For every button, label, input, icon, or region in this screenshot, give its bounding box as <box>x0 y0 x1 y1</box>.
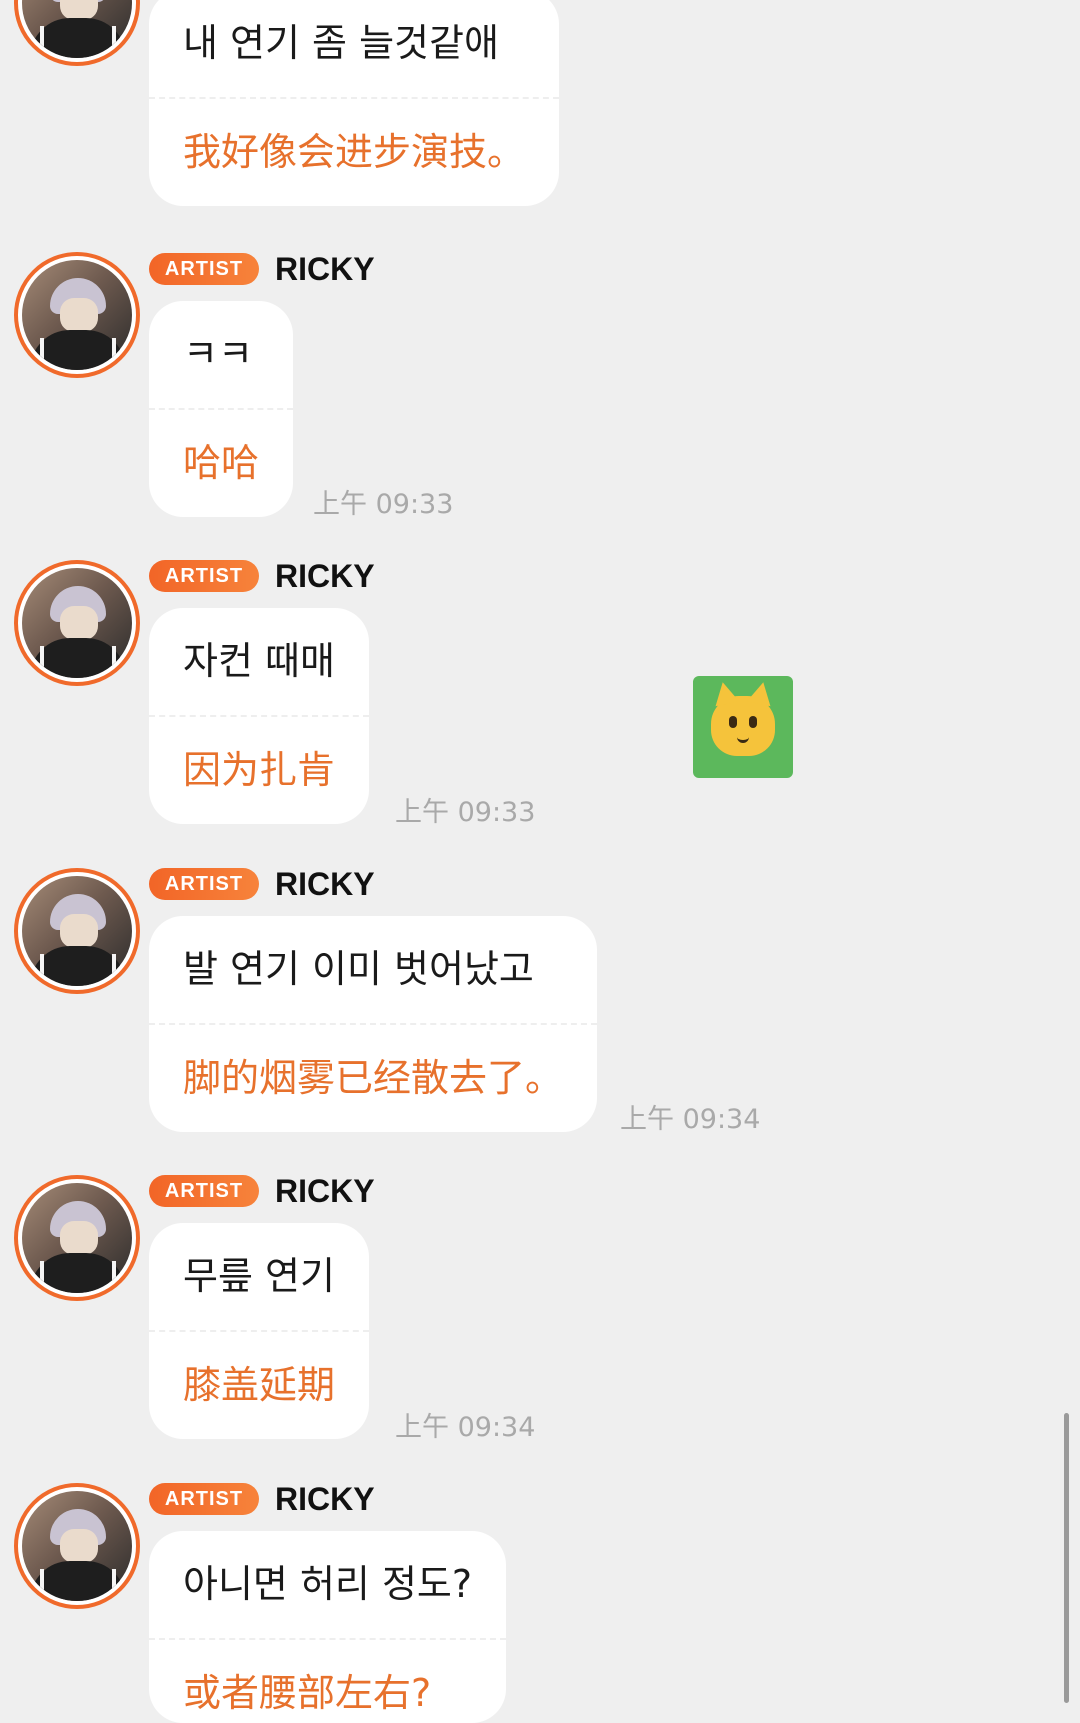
artist-badge: ARTIST <box>149 1175 259 1207</box>
artist-badge: ARTIST <box>149 868 259 900</box>
message-timestamp: 上午 09:34 <box>395 1412 536 1443</box>
message-header: ARTIST RICKY <box>149 251 375 287</box>
artist-avatar[interactable] <box>14 252 140 378</box>
message-translation-text: 我好像会进步演技。 <box>183 130 526 174</box>
avatar-photo <box>22 876 132 986</box>
sender-name[interactable]: RICKY <box>275 1481 375 1518</box>
avatar-photo <box>22 260 132 370</box>
artist-avatar[interactable] <box>14 560 140 686</box>
cat-sticker[interactable] <box>693 676 793 778</box>
message-timestamp: 上午 09:33 <box>313 489 454 520</box>
message-bubble[interactable]: 발 연기 이미 벗어났고 脚的烟雾已经散去了。 <box>149 916 598 1132</box>
message-korean-text: 자컨 때매 <box>149 608 370 717</box>
message-korean-text: 내 연기 좀 늘것같애 <box>149 0 560 99</box>
message-bubble[interactable]: 무릎 연기 膝盖延期 <box>149 1223 370 1439</box>
message-bubble[interactable]: 내 연기 좀 늘것같애 我好像会进步演技。 <box>149 0 560 206</box>
artist-avatar[interactable] <box>14 1175 140 1301</box>
message-korean-text: 무릎 연기 <box>149 1223 370 1332</box>
message-translation-text: 或者腰部左右? <box>183 1671 432 1715</box>
message-translation-text: 膝盖延期 <box>183 1363 336 1407</box>
message-bubble[interactable]: ㅋㅋ 哈哈 <box>149 301 294 517</box>
avatar-photo <box>22 568 132 678</box>
message-timestamp: 上午 09:33 <box>395 797 536 828</box>
message-bubble[interactable]: 자컨 때매 因为扎肯 <box>149 608 370 824</box>
artist-avatar[interactable] <box>14 1483 140 1609</box>
message-header: ARTIST RICKY <box>149 1173 375 1209</box>
message-timestamp: 上午 09:34 <box>620 1104 761 1135</box>
sender-name[interactable]: RICKY <box>275 1173 375 1210</box>
artist-avatar[interactable] <box>14 0 140 66</box>
message-header: ARTIST RICKY <box>149 1481 375 1517</box>
scrollbar[interactable] <box>1064 1413 1069 1703</box>
message-translation-text: 因为扎肯 <box>183 748 336 792</box>
avatar-photo <box>22 1183 132 1293</box>
artist-badge: ARTIST <box>149 253 259 285</box>
artist-avatar[interactable] <box>14 868 140 994</box>
sender-name[interactable]: RICKY <box>275 558 375 595</box>
artist-badge: ARTIST <box>149 1483 259 1515</box>
artist-badge: ARTIST <box>149 560 259 592</box>
message-korean-text: 아니면 허리 정도? <box>149 1531 507 1640</box>
message-korean-text: 발 연기 이미 벗어났고 <box>149 916 598 1025</box>
message-header: ARTIST RICKY <box>149 558 375 594</box>
message-bubble[interactable]: 아니면 허리 정도? 或者腰部左右? <box>149 1531 507 1723</box>
cat-face-icon <box>710 679 776 756</box>
message-translation-text: 哈哈 <box>183 441 260 485</box>
sender-name[interactable]: RICKY <box>275 251 375 288</box>
sender-name[interactable]: RICKY <box>275 866 375 903</box>
avatar-photo <box>22 1491 132 1601</box>
message-header: ARTIST RICKY <box>149 866 375 902</box>
message-translation-text: 脚的烟雾已经散去了。 <box>183 1056 564 1100</box>
avatar-photo <box>22 0 132 58</box>
message-korean-text: ㅋㅋ <box>149 301 294 410</box>
